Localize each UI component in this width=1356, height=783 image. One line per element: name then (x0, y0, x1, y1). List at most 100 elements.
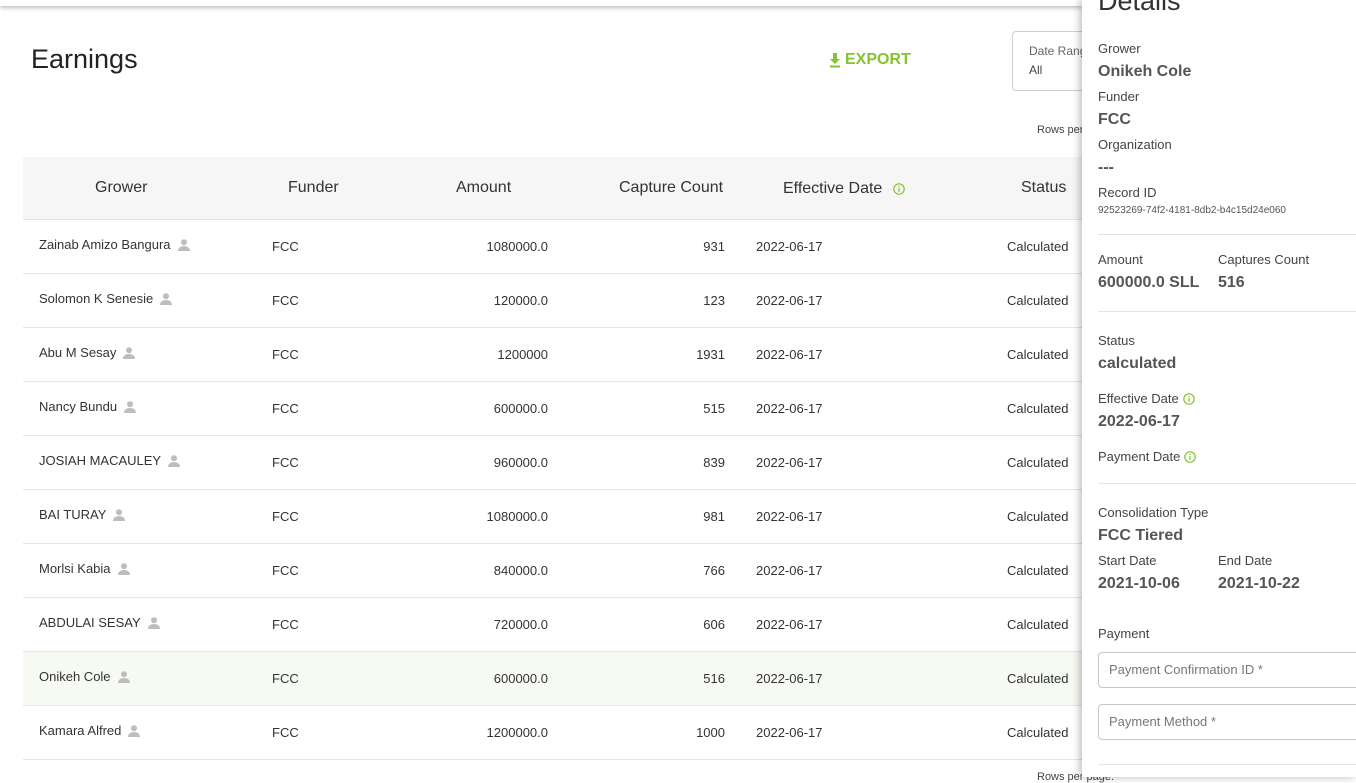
effective-date-cell: 2022-06-17 (756, 455, 823, 470)
grower-cell: Onikeh Cole (39, 669, 131, 684)
grower-value: Onikeh Cole (1098, 63, 1192, 80)
person-icon[interactable] (123, 400, 137, 414)
status-cell: Calculated (1007, 725, 1069, 740)
status-cell: Calculated (1007, 563, 1069, 578)
person-icon[interactable] (167, 454, 181, 468)
table-header: Grower Funder Amount Capture Count Effec… (23, 157, 1083, 220)
column-header-effective-date-label: Effective Date (783, 180, 883, 197)
start-date-label: Start Date (1098, 553, 1157, 568)
effective-date-cell: 2022-06-17 (756, 347, 823, 362)
divider (1098, 764, 1356, 765)
payment-date-label-text: Payment Date (1098, 449, 1181, 464)
status-label: Status (1098, 333, 1135, 348)
effective-date-cell: 2022-06-17 (756, 671, 823, 686)
person-icon[interactable] (117, 670, 131, 684)
effective-date-cell: 2022-06-17 (756, 509, 823, 524)
grower-cell: BAI TURAY (39, 507, 126, 522)
person-icon[interactable] (177, 238, 191, 252)
grower-name: BAI TURAY (39, 507, 107, 522)
table-row[interactable]: JOSIAH MACAULEY FCC 960000.0 839 2022-06-17 C… (23, 436, 1083, 490)
column-header-effective-date[interactable]: Effective Date (783, 180, 905, 198)
grower-cell: ABDULAI SESAY (39, 615, 161, 630)
capture-count-cell: 1931 (696, 347, 725, 362)
amount-cell: 1200000 (497, 347, 548, 362)
amount-cell: 960000.0 (493, 455, 548, 470)
grower-name: Onikeh Cole (39, 669, 111, 684)
earnings-table: Grower Funder Amount Capture Count Effec… (23, 157, 1083, 760)
amount-cell: 1200000.0 (486, 725, 548, 740)
capture-count-cell: 606 (703, 617, 725, 632)
funder-cell: FCC (272, 347, 299, 362)
amount-cell: 1080000.0 (486, 239, 548, 254)
column-header-grower[interactable]: Grower (95, 179, 147, 197)
table-row[interactable]: ABDULAI SESAY FCC 720000.0 606 2022-06-17 Cal… (23, 598, 1083, 652)
status-cell: Calculated (1007, 617, 1069, 632)
capture-count-cell: 123 (703, 293, 725, 308)
end-date-label: End Date (1218, 553, 1273, 568)
funder-cell: FCC (272, 671, 299, 686)
divider (1098, 311, 1356, 312)
consolidation-type-value: FCC Tiered (1098, 527, 1184, 544)
funder-cell: FCC (272, 563, 299, 578)
amount-label: Amount (1098, 252, 1143, 267)
status-cell: Calculated (1007, 347, 1069, 362)
person-icon[interactable] (147, 616, 161, 630)
grower-cell: Morlsi Kabia (39, 561, 131, 576)
page-title: Earnings (31, 44, 138, 74)
table-row[interactable]: Nancy Bundu FCC 600000.0 515 2022-06-17 Calcu… (23, 382, 1083, 436)
grower-cell: Abu M Sesay (39, 345, 136, 360)
download-icon (830, 53, 840, 68)
column-header-funder[interactable]: Funder (288, 179, 339, 197)
table-row[interactable]: Morlsi Kabia FCC 840000.0 766 2022-06-17 Calc… (23, 544, 1083, 598)
column-header-status[interactable]: Status (1021, 179, 1066, 197)
divider (1098, 483, 1356, 484)
funder-cell: FCC (272, 617, 299, 632)
status-cell: Calculated (1007, 509, 1069, 524)
export-button[interactable]: EXPORT (828, 51, 911, 69)
effective-date-cell: 2022-06-17 (756, 617, 823, 632)
person-icon[interactable] (122, 346, 136, 360)
effective-date-value: 2022-06-17 (1098, 413, 1180, 430)
table-row[interactable]: Solomon K Senesie FCC 120000.0 123 2022-06-1… (23, 274, 1083, 328)
funder-cell: FCC (272, 293, 299, 308)
amount-cell: 720000.0 (493, 617, 548, 632)
person-icon[interactable] (112, 508, 126, 522)
funder-cell: FCC (272, 401, 299, 416)
table-row[interactable]: Abu M Sesay FCC 1200000 1931 2022-06-17 Calcu… (23, 328, 1083, 382)
effective-date-cell: 2022-06-17 (756, 293, 823, 308)
payment-section-label: Payment (1098, 626, 1150, 641)
status-cell: Calculated (1007, 401, 1069, 416)
table-row[interactable]: Onikeh Cole FCC 600000.0 516 2022-06-17 Calcu… (23, 652, 1083, 706)
info-icon[interactable] (1182, 392, 1195, 405)
status-value: calculated (1098, 355, 1177, 372)
consolidation-type-label: Consolidation Type (1098, 505, 1209, 520)
funder-cell: FCC (272, 455, 299, 470)
start-date-value: 2021-10-06 (1098, 575, 1180, 592)
funder-value: FCC (1098, 111, 1131, 128)
table-row[interactable]: Kamara Alfred FCC 1200000.0 1000 2022-06-17 C… (23, 706, 1083, 760)
capture-count-cell: 981 (703, 509, 725, 524)
info-icon[interactable] (1184, 450, 1197, 463)
effective-date-label: Effective Date (1098, 391, 1195, 406)
funder-cell: FCC (272, 725, 299, 740)
person-icon[interactable] (117, 562, 131, 576)
column-header-capture-count[interactable]: Capture Count (619, 179, 723, 197)
person-icon[interactable] (159, 292, 173, 306)
export-label: EXPORT (845, 51, 911, 68)
table-row[interactable]: BAI TURAY FCC 1080000.0 981 2022-06-17 Calcul… (23, 490, 1083, 544)
funder-cell: FCC (272, 509, 299, 524)
person-icon[interactable] (127, 724, 141, 738)
payment-confirmation-id-input[interactable]: Payment Confirmation ID * (1098, 652, 1356, 688)
status-cell: Calculated (1007, 455, 1069, 470)
grower-name: JOSIAH MACAULEY (39, 453, 162, 468)
capture-count-cell: 931 (703, 239, 725, 254)
status-cell: Calculated (1007, 293, 1069, 308)
table-row[interactable]: Zainab Amizo Bangura FCC 1080000.0 931 2022-… (23, 220, 1083, 274)
grower-name: Kamara Alfred (39, 723, 122, 738)
organization-label: Organization (1098, 137, 1172, 152)
payment-method-select[interactable]: Payment Method * (1098, 704, 1356, 740)
column-header-amount[interactable]: Amount (456, 179, 511, 197)
grower-cell: Zainab Amizo Bangura (39, 237, 191, 252)
grower-label: Grower (1098, 41, 1141, 56)
captures-count-value: 516 (1218, 274, 1245, 291)
